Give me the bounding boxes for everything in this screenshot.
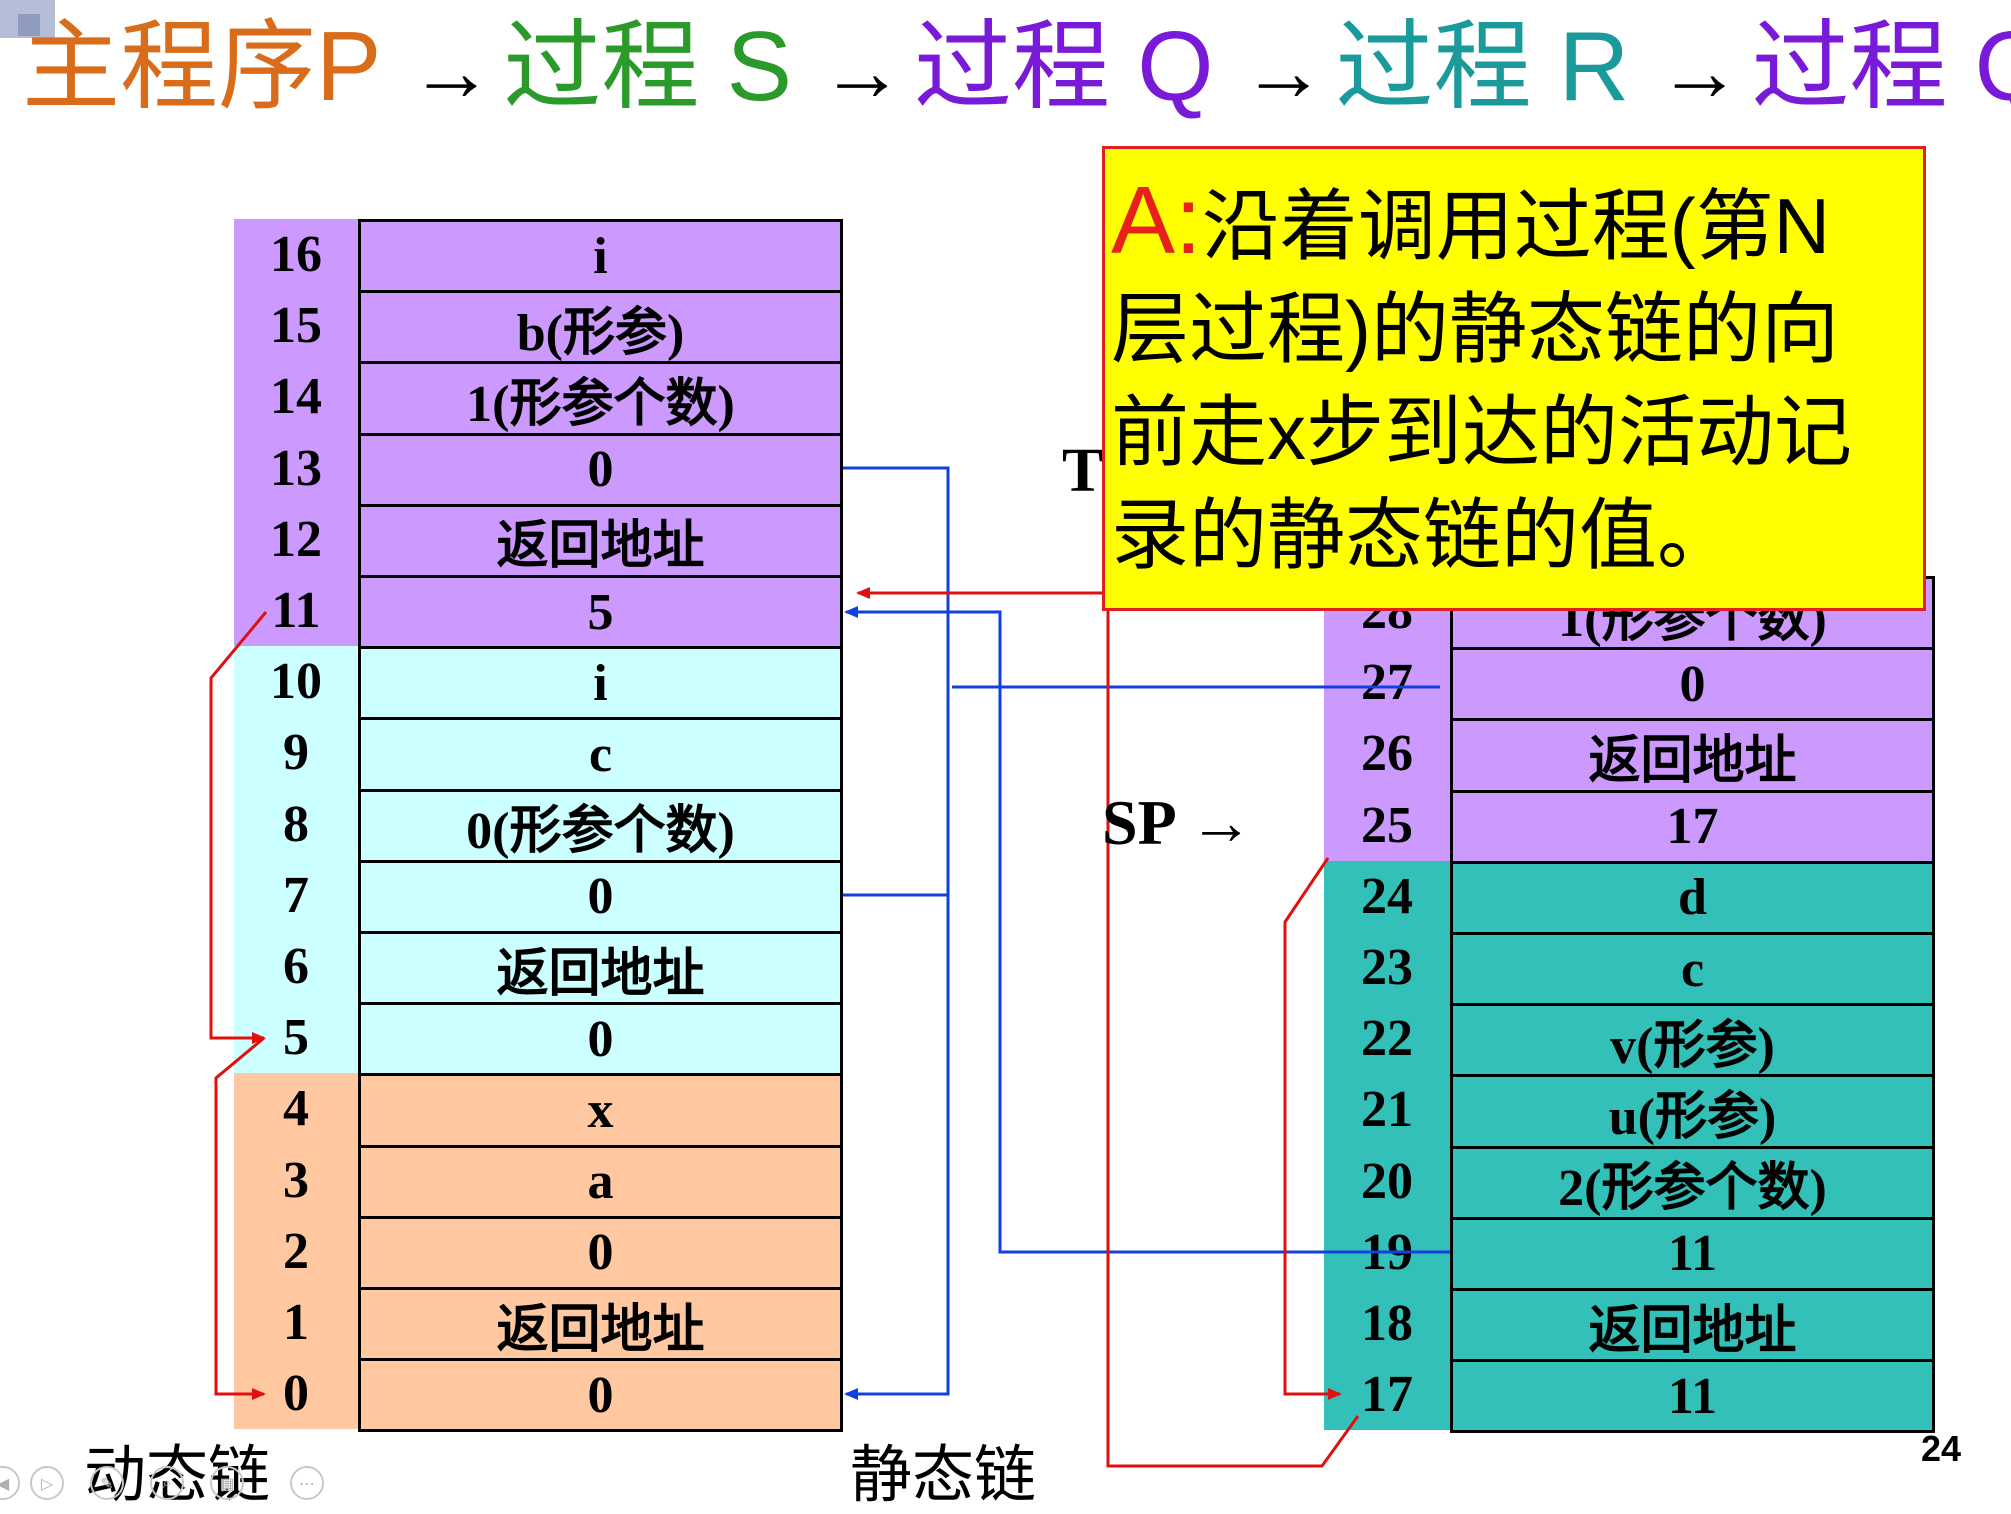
static-link-13-to-0 — [843, 466, 950, 1400]
dynamic-link-5-to-0 — [214, 1036, 266, 1400]
nav-grid-icon[interactable]: ▦ — [210, 1466, 244, 1500]
static-chain-label: 静态链 — [850, 1438, 1037, 1511]
callout-line: 层过程)的静态链的向 — [1111, 285, 1839, 373]
nav-play-icon[interactable]: ▷ — [30, 1466, 64, 1500]
callout-line: 前走x步到达的活动记 — [1111, 388, 1853, 476]
static-link-19-to-11 — [844, 606, 1450, 1254]
callout-a-pointer — [856, 587, 1360, 1468]
nav-more-icon[interactable]: ⋯ — [290, 1466, 324, 1500]
nav-pen-icon[interactable]: ✎ — [90, 1466, 124, 1500]
page-number: 24 — [1920, 1428, 1961, 1469]
stack-pointer-label: SP → — [1102, 787, 1254, 858]
dynamic-link-25-to-17 — [1283, 857, 1342, 1400]
callout-prefix: A: — [1111, 167, 1202, 274]
dynamic-link-11-to-5 — [209, 611, 268, 1044]
callout-line: 录的静态链的值。 — [1111, 491, 1736, 579]
callout-line: 沿着调用过程(第N — [1201, 182, 1831, 270]
nav-zoom-icon[interactable]: ⌕ — [150, 1466, 184, 1500]
answer-callout: A:沿着调用过程(第N 层过程)的静态链的向 前走x步到达的活动记 录的静态链的… — [1102, 146, 1926, 611]
